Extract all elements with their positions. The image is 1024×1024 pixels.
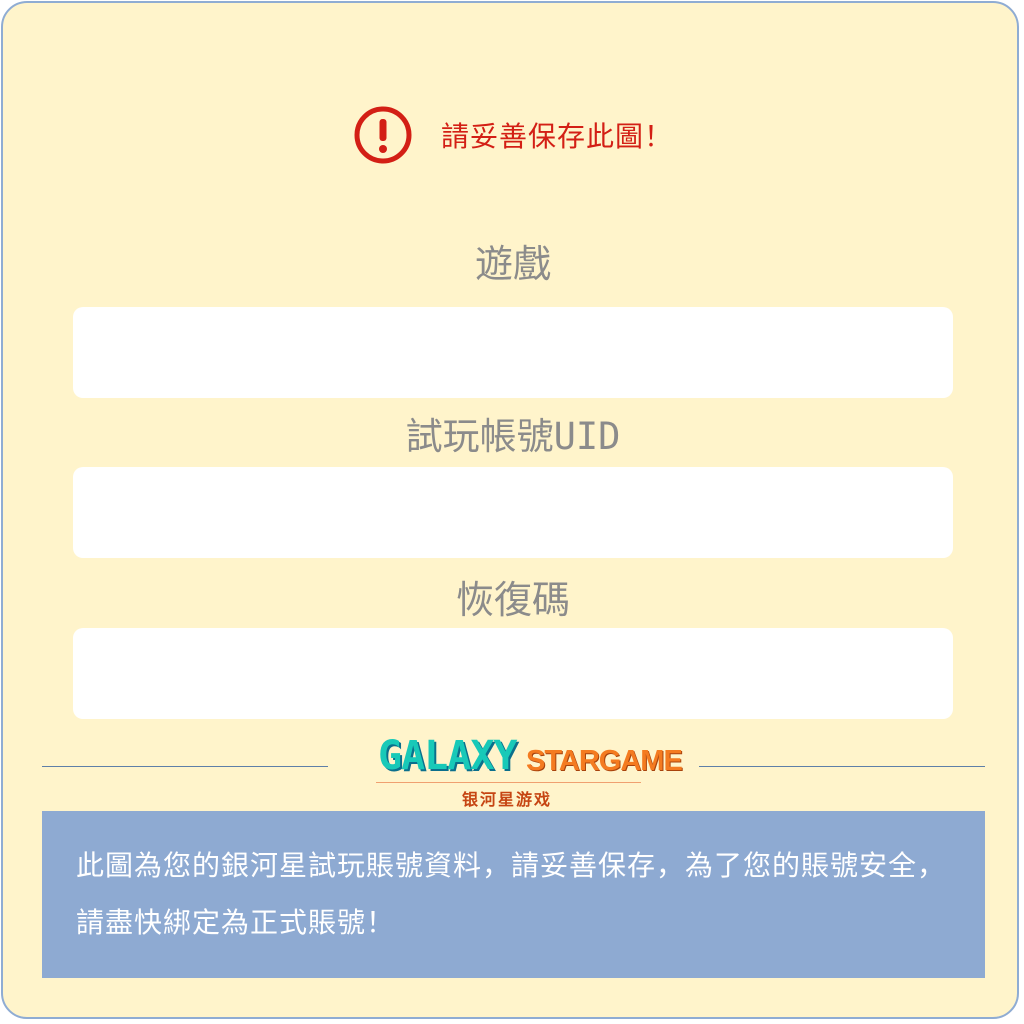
logo-galaxy-text: GALAXY — [378, 733, 517, 779]
save-info-card: 請妥善保存此圖！ 遊戲 試玩帳號UID 恢復碼 GALAXY STARGAME … — [1, 1, 1019, 1019]
logo-chinese-text: 银河星游戏 — [462, 790, 553, 809]
warning-banner: 請妥善保存此圖！ — [353, 105, 673, 165]
game-label: 遊戲 — [474, 242, 551, 286]
trial-uid-value-box — [73, 467, 953, 558]
divider-left — [42, 766, 328, 767]
trial-uid-label: 試玩帳號UID — [405, 415, 621, 458]
game-value-box — [73, 307, 953, 398]
logo-stargame-text: STARGAME — [526, 745, 683, 777]
recovery-code-value-box — [73, 628, 953, 719]
exclamation-circle-icon — [354, 106, 412, 164]
divider-right — [699, 766, 985, 767]
notice-box: 此圖為您的銀河星試玩賬號資料，請妥善保存，為了您的賬號安全，請盡快綁定為正式賬號… — [42, 811, 985, 978]
logo-underline — [376, 782, 641, 783]
warning-text: 請妥善保存此圖！ — [441, 120, 674, 153]
galaxy-stargame-logo: GALAXY STARGAME 银河星游戏 — [376, 733, 683, 809]
notice-text: 此圖為您的銀河星試玩賬號資料，請妥善保存，為了您的賬號安全，請盡快綁定為正式賬號… — [76, 849, 947, 939]
recovery-code-label: 恢復碼 — [455, 578, 570, 622]
